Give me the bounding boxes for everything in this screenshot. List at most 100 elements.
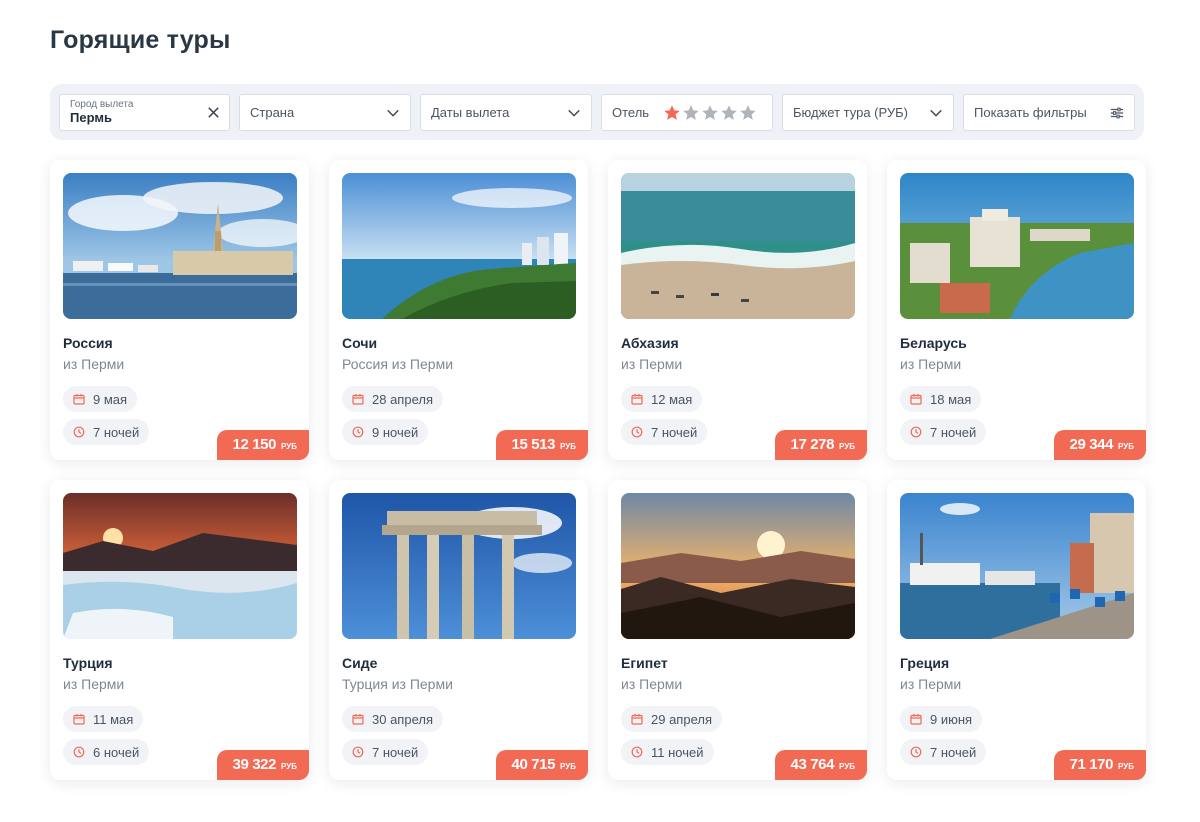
departure-city-label: Город вылета (70, 99, 134, 110)
price-badge[interactable]: 29 344 РУБ (1053, 430, 1146, 460)
tour-card[interactable]: Абхазия из Перми 12 мая 7 ночей 17 278 РУ… (608, 160, 867, 460)
nights-count: 7 ночей (930, 744, 977, 760)
departure-date: 9 мая (93, 391, 128, 407)
nights-chip: 7 ночей (63, 419, 150, 445)
tour-image[interactable] (621, 173, 855, 319)
price-badge[interactable]: 43 764 РУБ (774, 750, 867, 780)
price-badge[interactable]: 40 715 РУБ (495, 750, 588, 780)
calendar-icon (352, 394, 364, 405)
tour-subtitle: из Перми (621, 356, 683, 372)
tour-title[interactable]: Сочи (342, 335, 377, 351)
tour-card[interactable]: Египет из Перми 29 апреля 11 ночей 43 76… (608, 480, 867, 780)
tour-subtitle: из Перми (63, 676, 125, 692)
tour-image[interactable] (900, 493, 1134, 639)
tour-card[interactable]: Греция из Перми 9 июня 7 ночей 71 170 РУБ (887, 480, 1146, 780)
tour-image[interactable] (63, 173, 297, 319)
budget-select[interactable]: Бюджет тура (РУБ) (782, 94, 954, 131)
price-value: 12 150 (232, 436, 277, 453)
price-badge[interactable]: 15 513 РУБ (495, 430, 588, 460)
tour-title[interactable]: Россия (63, 335, 113, 351)
tour-subtitle: Турция из Перми (342, 676, 453, 692)
tour-image[interactable] (621, 493, 855, 639)
clear-icon[interactable] (206, 105, 221, 120)
departure-date: 11 мая (93, 711, 134, 727)
budget-label: Бюджет тура (РУБ) (793, 105, 909, 120)
nights-count: 7 ночей (651, 424, 698, 440)
tour-title[interactable]: Египет (621, 655, 668, 671)
price-badge[interactable]: 17 278 РУБ (774, 430, 867, 460)
tour-card[interactable]: Сочи Россия из Перми 28 апреля 9 ночей 1… (329, 160, 588, 460)
tour-title[interactable]: Греция (900, 655, 949, 671)
clock-icon (910, 426, 922, 438)
departure-city-field[interactable]: Город вылета Пермь (59, 94, 230, 131)
departure-date: 9 июня (930, 711, 973, 727)
price-badge[interactable]: 71 170 РУБ (1053, 750, 1146, 780)
price-value: 17 278 (790, 436, 835, 453)
tour-image[interactable] (342, 173, 576, 319)
clock-icon (73, 746, 85, 758)
chevron-down-icon (387, 109, 399, 117)
star-icon[interactable] (739, 104, 757, 122)
departure-dates-label: Даты вылета (431, 105, 510, 120)
tour-title[interactable]: Турция (63, 655, 113, 671)
tour-card[interactable]: Беларусь из Перми 18 мая 7 ночей 29 344 Р… (887, 160, 1146, 460)
calendar-icon (910, 714, 922, 725)
show-filters-label: Показать фильтры (974, 105, 1087, 120)
chevron-down-icon (568, 109, 580, 117)
price-currency: РУБ (1118, 762, 1134, 771)
price-badge[interactable]: 39 322 РУБ (216, 750, 309, 780)
calendar-icon (631, 394, 643, 405)
departure-date: 18 мая (930, 391, 972, 407)
calendar-icon (631, 714, 643, 725)
chevron-down-icon (930, 109, 942, 117)
country-select[interactable]: Страна (239, 94, 411, 131)
page-title: Горящие туры (50, 26, 231, 54)
departure-date-chip: 9 июня (900, 706, 983, 732)
price-currency: РУБ (1118, 442, 1134, 451)
departure-date-chip: 28 апреля (342, 386, 443, 412)
clock-icon (631, 746, 643, 758)
tour-card[interactable]: Сиде Турция из Перми 30 апреля 7 ночей 4… (329, 480, 588, 780)
nights-chip: 6 ночей (63, 739, 150, 765)
tour-image[interactable] (342, 493, 576, 639)
departure-dates-select[interactable]: Даты вылета (420, 94, 592, 131)
sliders-icon (1110, 107, 1124, 119)
nights-chip: 7 ночей (900, 419, 987, 445)
price-currency: РУБ (560, 442, 576, 451)
hotel-stars-filter[interactable]: Отель (601, 94, 773, 131)
star-rating[interactable] (663, 104, 757, 122)
star-icon[interactable] (701, 104, 719, 122)
tour-title[interactable]: Сиде (342, 655, 377, 671)
departure-date: 28 апреля (372, 391, 433, 407)
tour-title[interactable]: Беларусь (900, 335, 967, 351)
nights-count: 6 ночей (93, 744, 140, 760)
price-value: 15 513 (511, 436, 556, 453)
tour-card[interactable]: Турция из Перми 11 мая 6 ночей 39 322 РУБ (50, 480, 309, 780)
show-filters-button[interactable]: Показать фильтры (963, 94, 1135, 131)
country-select-label: Страна (250, 105, 295, 120)
price-badge[interactable]: 12 150 РУБ (216, 430, 309, 460)
price-value: 43 764 (790, 756, 835, 773)
star-icon[interactable] (720, 104, 738, 122)
filter-bar: Город вылета Пермь Страна Даты вылета От… (50, 84, 1144, 140)
tour-subtitle: Россия из Перми (342, 356, 454, 372)
calendar-icon (910, 394, 922, 405)
tour-image[interactable] (900, 173, 1134, 319)
nights-chip: 9 ночей (342, 419, 429, 445)
clock-icon (352, 746, 364, 758)
departure-date-chip: 9 мая (63, 386, 138, 412)
nights-chip: 7 ночей (342, 739, 429, 765)
star-icon[interactable] (663, 104, 681, 122)
tour-image[interactable] (63, 493, 297, 639)
departure-date: 29 апреля (651, 711, 712, 727)
price-value: 71 170 (1069, 756, 1114, 773)
nights-count: 7 ночей (372, 744, 419, 760)
departure-city-value: Пермь (70, 110, 112, 125)
star-icon[interactable] (682, 104, 700, 122)
tour-subtitle: из Перми (621, 676, 683, 692)
departure-date: 12 мая (651, 391, 693, 407)
tour-title[interactable]: Абхазия (621, 335, 679, 351)
nights-count: 11 ночей (651, 744, 704, 760)
price-currency: РУБ (560, 762, 576, 771)
tour-card[interactable]: Россия из Перми 9 мая 7 ночей 12 150 РУБ (50, 160, 309, 460)
